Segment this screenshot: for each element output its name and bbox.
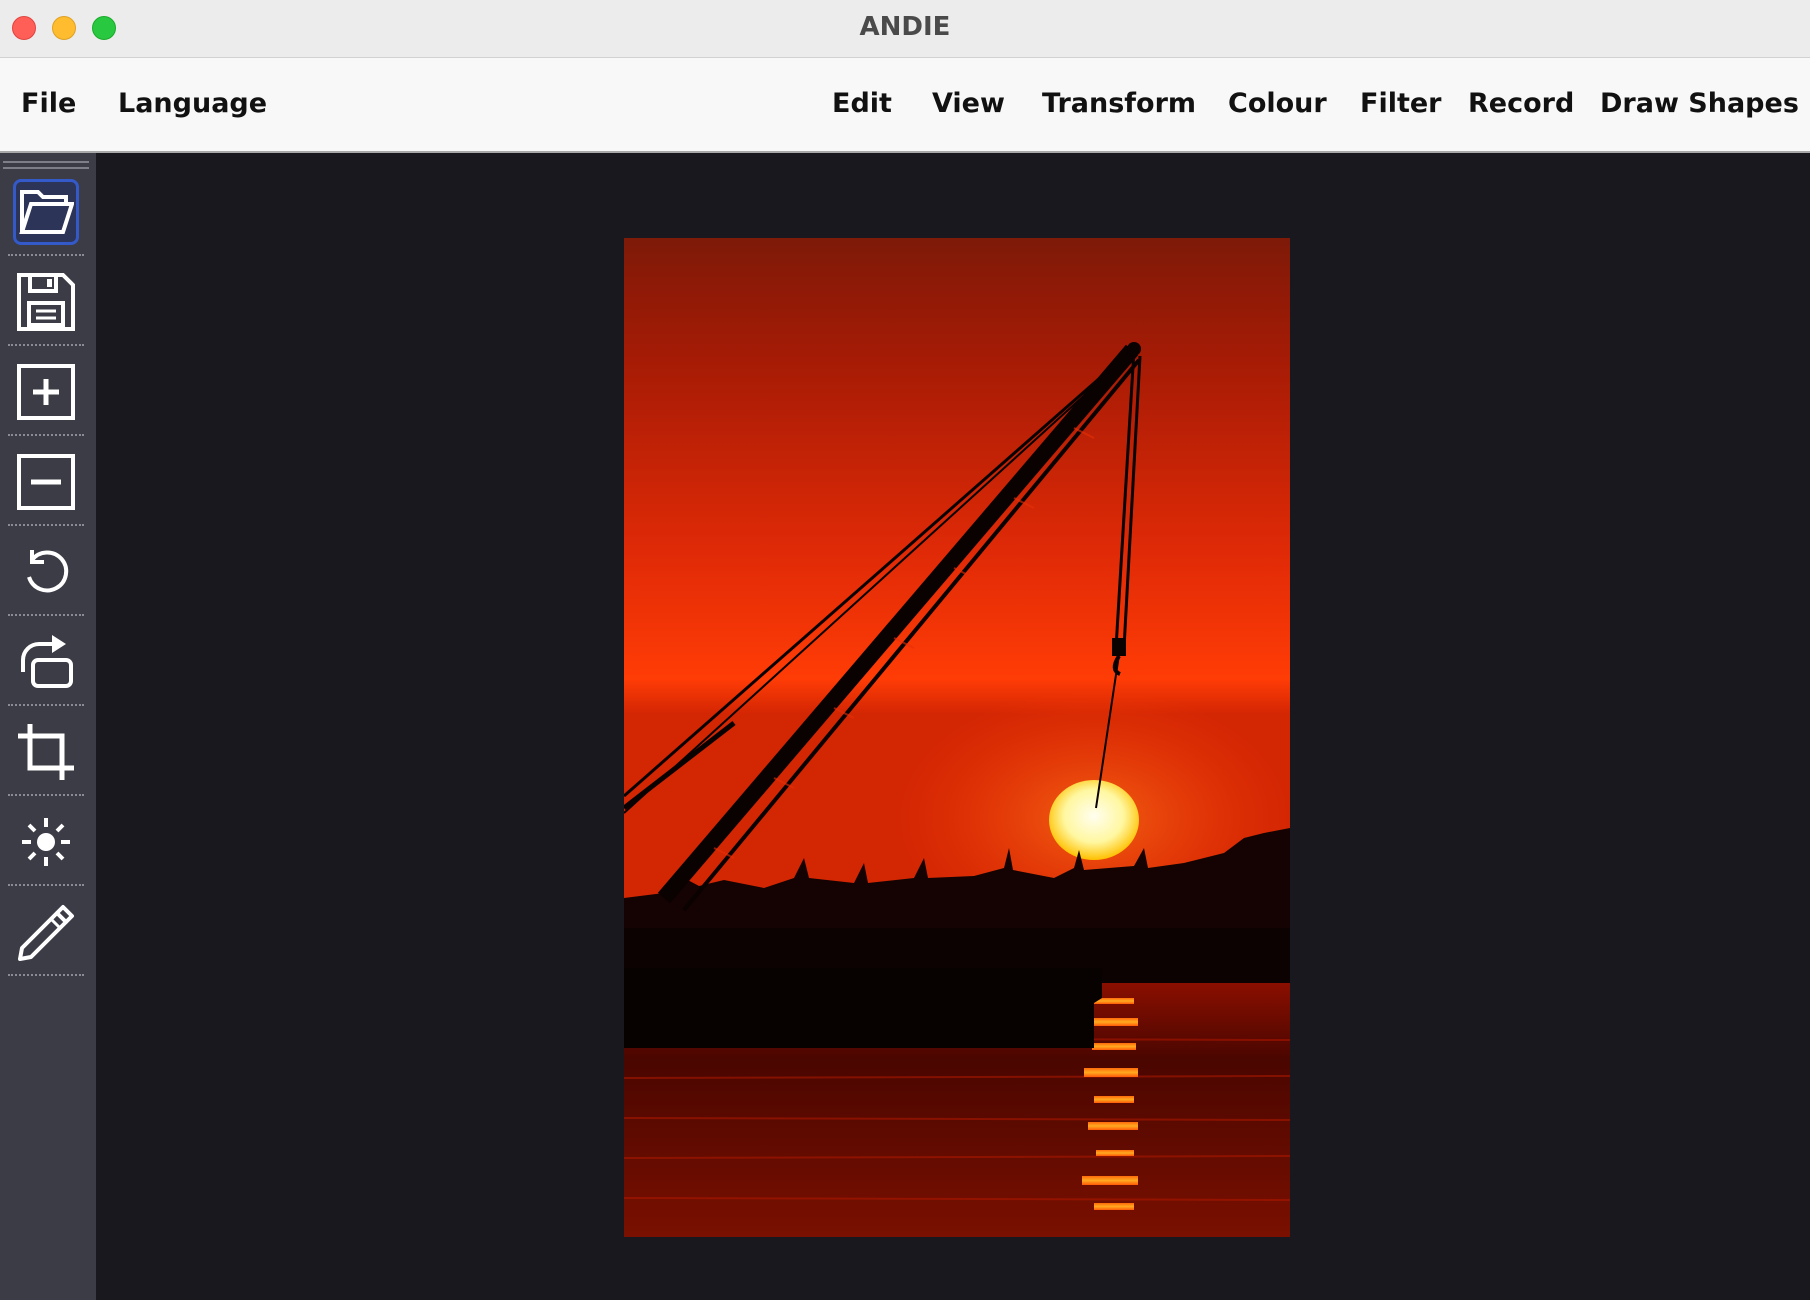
crop-icon	[18, 724, 74, 780]
undo-icon	[27, 550, 69, 593]
toolbar-grip-line[interactable]	[3, 167, 89, 169]
menu-draw-shapes[interactable]: Draw Shapes	[1600, 88, 1799, 119]
rotate-button[interactable]	[13, 629, 79, 695]
toolbar	[0, 153, 96, 1300]
image-canvas[interactable]	[624, 238, 1290, 1237]
menu-colour[interactable]: Colour	[1228, 88, 1327, 119]
toolbar-separator	[8, 254, 84, 256]
toolbar-separator	[8, 704, 84, 706]
menu-filter[interactable]: Filter	[1360, 88, 1442, 119]
menu-bar: File Language Edit View Transform Colour…	[0, 58, 1810, 153]
draw-button[interactable]	[13, 899, 79, 965]
toolbar-separator	[8, 524, 84, 526]
zoom-out-icon	[17, 454, 75, 510]
save-button[interactable]	[13, 269, 79, 335]
pencil-icon	[18, 905, 74, 961]
menu-edit[interactable]: Edit	[832, 88, 892, 119]
undo-button[interactable]	[13, 539, 79, 605]
toolbar-separator	[8, 434, 84, 436]
menu-record[interactable]: Record	[1468, 88, 1574, 119]
brightness-icon	[22, 818, 70, 866]
menu-transform[interactable]: Transform	[1042, 88, 1196, 119]
sunset-crane-image	[624, 238, 1290, 1237]
save-icon	[17, 273, 75, 331]
zoom-in-icon	[17, 364, 75, 420]
toolbar-separator	[8, 884, 84, 886]
zoom-out-button[interactable]	[13, 449, 79, 515]
toolbar-separator	[8, 344, 84, 346]
menu-file[interactable]: File	[21, 88, 76, 119]
menu-language[interactable]: Language	[118, 88, 267, 119]
zoom-in-button[interactable]	[13, 359, 79, 425]
folder-open-icon	[19, 190, 74, 234]
window-title: ANDIE	[859, 12, 951, 42]
crop-button[interactable]	[13, 719, 79, 785]
title-bar: ANDIE	[0, 0, 1810, 58]
menu-view[interactable]: View	[932, 88, 1005, 119]
open-file-button[interactable]	[13, 179, 79, 245]
toolbar-separator	[8, 794, 84, 796]
brightness-button[interactable]	[13, 809, 79, 875]
toolbar-separator	[8, 614, 84, 616]
rotate-icon	[21, 635, 73, 688]
toolbar-separator	[8, 974, 84, 976]
toolbar-grip[interactable]	[3, 161, 89, 163]
